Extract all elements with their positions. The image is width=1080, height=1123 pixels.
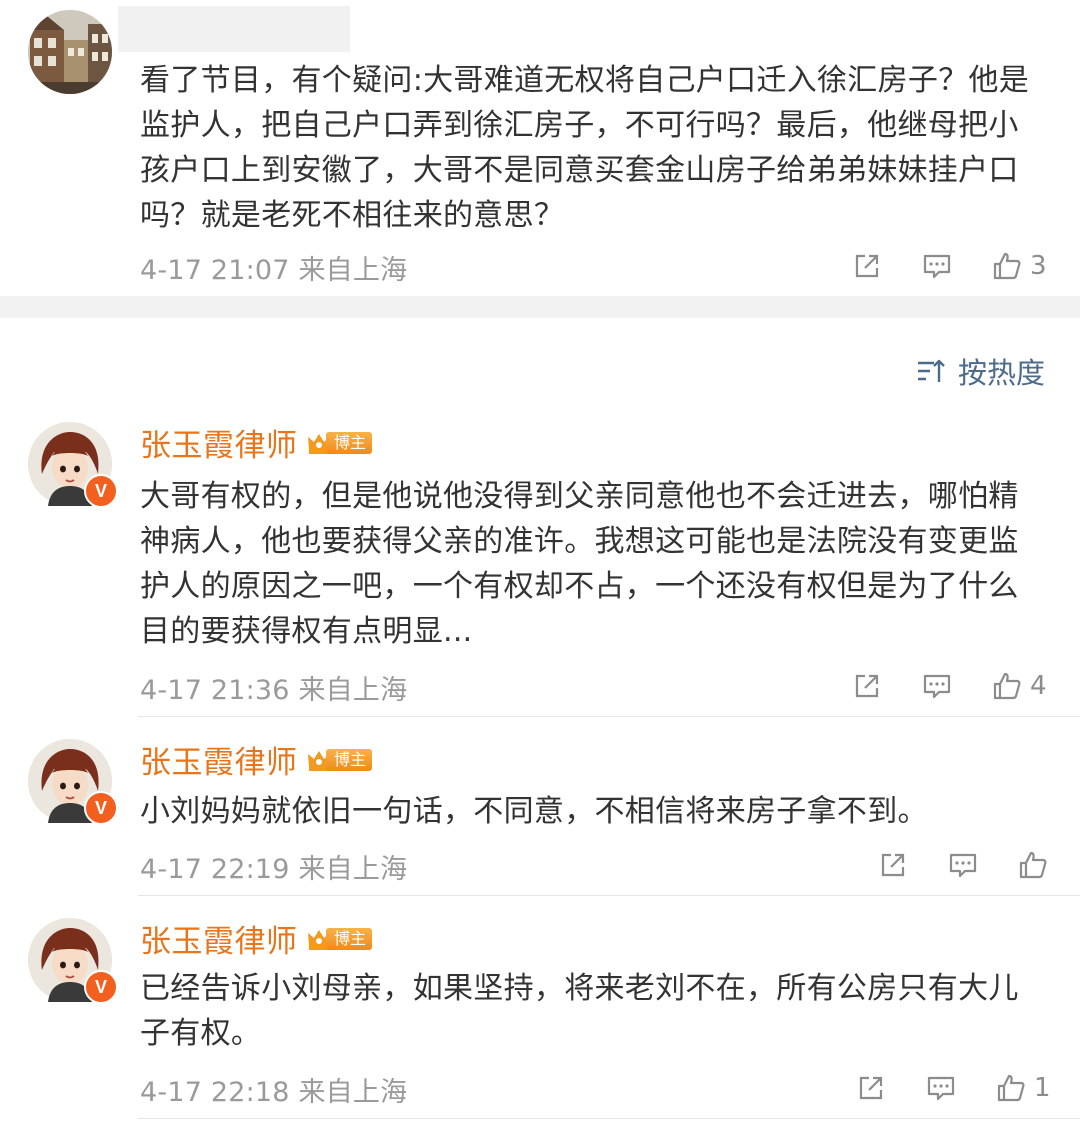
divider bbox=[138, 895, 1080, 896]
comment-actions: 1 bbox=[856, 1068, 1051, 1108]
comment-meta: 4-17 21:36 来自上海 bbox=[140, 668, 407, 707]
blogger-badge: 博主 bbox=[306, 926, 373, 952]
comment-icon[interactable] bbox=[922, 251, 952, 281]
blogger-badge: 博主 bbox=[306, 430, 373, 456]
share-icon[interactable] bbox=[852, 251, 882, 281]
comment-location: 来自上海 bbox=[298, 1077, 408, 1108]
badge-label: 博主 bbox=[326, 432, 373, 454]
author-name[interactable]: 张玉霞律师 bbox=[140, 737, 298, 782]
share-icon[interactable] bbox=[852, 671, 882, 701]
comment-meta: 4-17 22:19 来自上海 bbox=[140, 847, 407, 886]
comment-actions: 4 bbox=[852, 666, 1047, 706]
share-icon[interactable] bbox=[878, 850, 908, 880]
comment-meta: 4-17 22:18 来自上海 bbox=[140, 1070, 407, 1109]
avatar[interactable]: V bbox=[28, 739, 118, 825]
comment-text: 看了节目，有个疑问:大哥难道无权将自己户口迁入徐汇房子？他是监护人，把自己户口弄… bbox=[140, 63, 1030, 233]
verified-badge: V bbox=[84, 474, 118, 508]
like-icon[interactable] bbox=[992, 251, 1022, 281]
sort-label: 按热度 bbox=[958, 356, 1046, 390]
comment-time: 4-17 21:07 bbox=[140, 255, 290, 286]
top-comment: 看了节目，有个疑问:大哥难道无权将自己户口迁入徐汇房子？他是监护人，把自己户口弄… bbox=[0, 0, 1080, 296]
comment-icon[interactable] bbox=[926, 1073, 956, 1103]
badge-label: 博主 bbox=[326, 928, 373, 950]
comment-time: 4-17 22:18 bbox=[140, 1077, 290, 1108]
like-icon[interactable] bbox=[996, 1073, 1026, 1103]
comment-text: 已经告诉小刘母亲，如果坚持，将来老刘不在，所有公房只有大儿子有权。 bbox=[140, 971, 1019, 1051]
like-icon[interactable] bbox=[1018, 850, 1048, 880]
author-name[interactable]: 张玉霞律师 bbox=[140, 420, 298, 465]
divider bbox=[138, 716, 1080, 717]
comment-time: 4-17 21:36 bbox=[140, 675, 290, 706]
section-separator bbox=[0, 296, 1080, 318]
reply-item: V 张玉霞律师 博主 小刘妈妈就依旧一句话，不同意，不相信将来房子拿不到。 4-… bbox=[0, 737, 1080, 897]
badge-label: 博主 bbox=[326, 749, 373, 771]
building-photo-icon bbox=[28, 10, 112, 94]
comment-actions: 3 bbox=[852, 246, 1047, 286]
verified-badge: V bbox=[84, 970, 118, 1004]
share-icon[interactable] bbox=[856, 1073, 886, 1103]
like-icon[interactable] bbox=[992, 671, 1022, 701]
sort-by-hot-button[interactable]: 按热度 bbox=[916, 350, 1045, 392]
comment-location: 来自上海 bbox=[298, 255, 408, 286]
sort-icon bbox=[918, 359, 945, 382]
avatar[interactable]: V bbox=[28, 422, 118, 508]
verified-badge: V bbox=[84, 791, 118, 825]
comment-location: 来自上海 bbox=[298, 854, 408, 885]
comment-meta: 4-17 21:07 来自上海 bbox=[140, 248, 407, 287]
comment-time: 4-17 22:19 bbox=[140, 854, 290, 885]
comment-actions bbox=[878, 845, 1056, 885]
divider bbox=[138, 1118, 1080, 1119]
like-count: 1 bbox=[1034, 1073, 1051, 1103]
like-count: 4 bbox=[1030, 671, 1047, 701]
reply-item: V 张玉霞律师 博主 大哥有权的，但是他说他没得到父亲同意他也不会迁进去，哪怕精… bbox=[0, 420, 1080, 717]
blogger-badge: 博主 bbox=[306, 747, 373, 773]
comment-text: 小刘妈妈就依旧一句话，不同意，不相信将来房子拿不到。 bbox=[140, 794, 928, 829]
comment-text: 大哥有权的，但是他说他没得到父亲同意他也不会迁进去，哪怕精神病人，他也要获得父亲… bbox=[140, 479, 1019, 649]
author-name[interactable]: 张玉霞律师 bbox=[140, 916, 298, 961]
comment-location: 来自上海 bbox=[298, 675, 408, 706]
comment-icon[interactable] bbox=[948, 850, 978, 880]
avatar[interactable] bbox=[28, 10, 112, 94]
comment-icon[interactable] bbox=[922, 671, 952, 701]
reply-item: V 张玉霞律师 博主 已经告诉小刘母亲，如果坚持，将来老刘不在，所有公房只有大儿… bbox=[0, 916, 1080, 1123]
avatar[interactable]: V bbox=[28, 918, 118, 1004]
like-count: 3 bbox=[1030, 251, 1047, 281]
redacted-username bbox=[118, 6, 350, 52]
